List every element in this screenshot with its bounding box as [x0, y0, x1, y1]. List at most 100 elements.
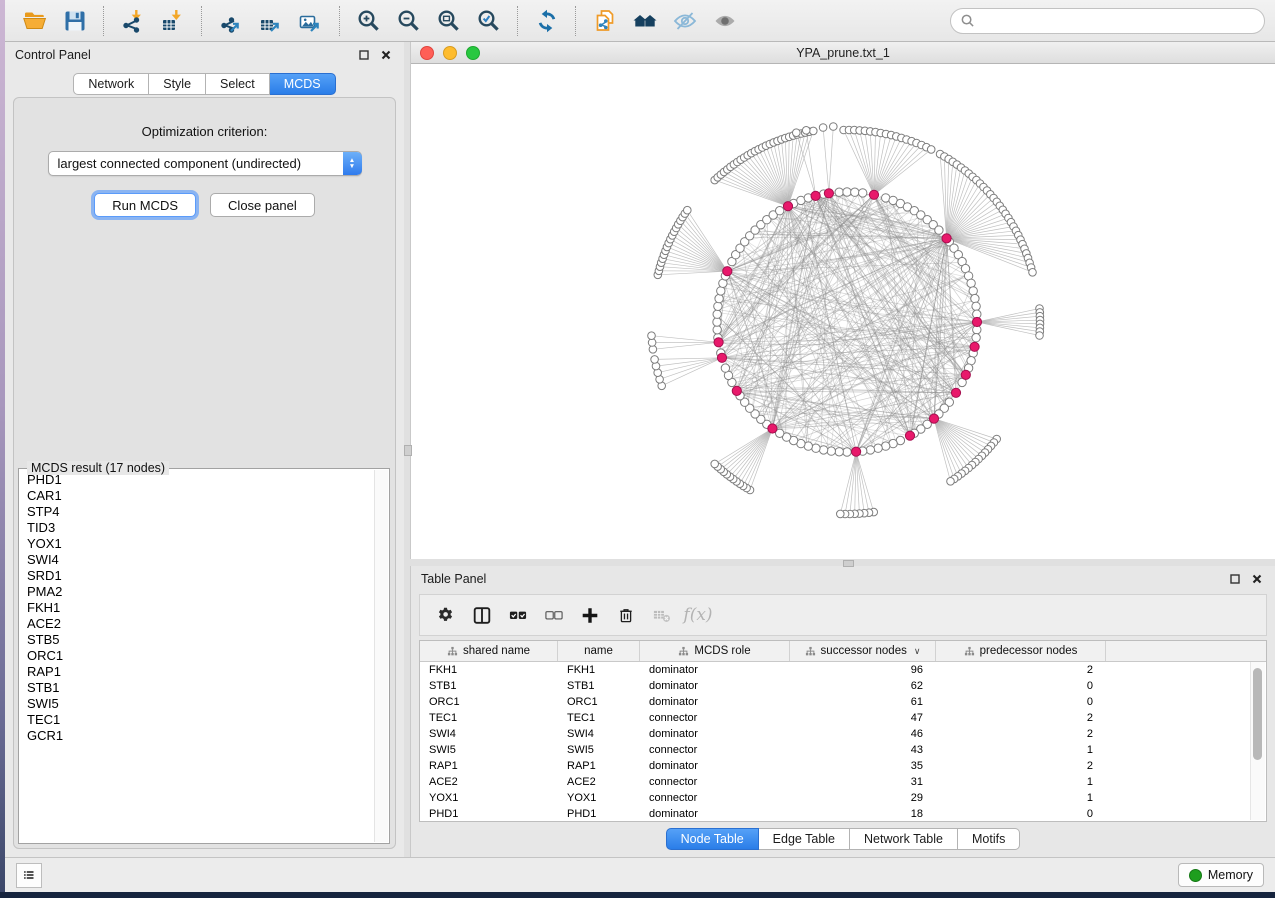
import-table-button[interactable]	[156, 5, 190, 37]
mcds-result-item[interactable]: ACE2	[20, 616, 375, 632]
table-row[interactable]: TEC1TEC1connector472	[420, 710, 1266, 726]
deselect-all-button[interactable]	[538, 600, 570, 630]
save-session-button[interactable]	[58, 5, 92, 37]
hide-selected-button[interactable]	[668, 5, 702, 37]
horizontal-splitter[interactable]	[410, 559, 1275, 566]
network-graph	[411, 64, 1275, 559]
cell-successor-nodes: 35	[790, 760, 936, 772]
export-image-icon	[298, 8, 324, 34]
close-panel-button[interactable]: Close panel	[210, 193, 315, 217]
zoom-out-button[interactable]	[392, 5, 426, 37]
tab-network[interactable]: Network	[73, 73, 149, 95]
open-file-button[interactable]	[18, 5, 52, 37]
duplicate-network-button[interactable]	[588, 5, 622, 37]
import-network-button[interactable]	[116, 5, 150, 37]
mcds-result-group: MCDS result (17 nodes) PHD1CAR1STP4TID3Y…	[18, 468, 390, 844]
cytoscape-app-window: Control Panel NetworkStyleSelectMCDS Opt…	[5, 0, 1275, 892]
mcds-result-item[interactable]: PMA2	[20, 584, 375, 600]
float-panel-icon[interactable]	[356, 47, 372, 63]
column-header-predecessor-nodes[interactable]: predecessor nodes	[936, 641, 1106, 661]
cell-predecessor-nodes: 1	[936, 776, 1106, 788]
toolbar-separator	[103, 6, 105, 36]
tab-node-table[interactable]: Node Table	[666, 828, 759, 850]
select-all-button[interactable]	[502, 600, 534, 630]
table-row[interactable]: PHD1PHD1dominator180	[420, 806, 1266, 822]
tab-network-table[interactable]: Network Table	[850, 828, 958, 850]
splitter-handle[interactable]	[843, 560, 854, 567]
add-column-button[interactable]	[574, 600, 606, 630]
float-panel-icon[interactable]	[1227, 571, 1243, 587]
shared-column-icon	[447, 646, 458, 657]
first-neighbors-button[interactable]	[628, 5, 662, 37]
column-header-successor-nodes[interactable]: successor nodes∨	[790, 641, 936, 661]
show-all-button[interactable]	[708, 5, 742, 37]
show-columns-button[interactable]	[466, 600, 498, 630]
table-row[interactable]: SWI5SWI5connector431	[420, 742, 1266, 758]
table-row[interactable]: FKH1FKH1dominator962	[420, 662, 1266, 678]
duplicate-network-icon	[592, 8, 618, 34]
table-row[interactable]: STB1STB1dominator620	[420, 678, 1266, 694]
zoom-selected-button[interactable]	[472, 5, 506, 37]
cell-shared-name: SWI5	[420, 744, 558, 756]
memory-label: Memory	[1208, 868, 1253, 882]
tab-style[interactable]: Style	[149, 73, 206, 95]
zoom-in-button[interactable]	[352, 5, 386, 37]
mcds-result-item[interactable]: TEC1	[20, 712, 375, 728]
cell-successor-nodes: 96	[790, 664, 936, 676]
mcds-result-item[interactable]: STB5	[20, 632, 375, 648]
zoom-fit-button[interactable]	[432, 5, 466, 37]
refresh-layout-button[interactable]	[530, 5, 564, 37]
tab-mcds[interactable]: MCDS	[270, 73, 336, 95]
mcds-result-item[interactable]: TID3	[20, 520, 375, 536]
delete-column-button[interactable]	[610, 600, 642, 630]
network-canvas[interactable]	[411, 64, 1275, 559]
cell-MCDS-role: dominator	[640, 664, 790, 676]
scrollbar-thumb[interactable]	[1253, 668, 1262, 760]
cell-name: RAP1	[558, 760, 640, 772]
table-scrollbar[interactable]	[1250, 662, 1265, 820]
mcds-result-item[interactable]: YOX1	[20, 536, 375, 552]
column-header-shared-name[interactable]: shared name	[420, 641, 558, 661]
export-network-button[interactable]	[214, 5, 248, 37]
mcds-result-item[interactable]: SRD1	[20, 568, 375, 584]
run-mcds-button[interactable]: Run MCDS	[94, 193, 196, 217]
export-image-button[interactable]	[294, 5, 328, 37]
mcds-result-item[interactable]: GCR1	[20, 728, 375, 744]
close-panel-icon[interactable]	[378, 47, 394, 63]
export-table-button[interactable]	[254, 5, 288, 37]
memory-button[interactable]: Memory	[1178, 863, 1264, 887]
mcds-result-scrollbar[interactable]	[374, 470, 388, 842]
close-panel-icon[interactable]	[1249, 571, 1265, 587]
cell-MCDS-role: connector	[640, 792, 790, 804]
tab-edge-table[interactable]: Edge Table	[759, 828, 850, 850]
table-row[interactable]: ORC1ORC1dominator610	[420, 694, 1266, 710]
column-header-name[interactable]: name	[558, 641, 640, 661]
mcds-result-item[interactable]: STB1	[20, 680, 375, 696]
splitter-handle[interactable]	[404, 445, 412, 456]
function-builder-button[interactable]: f(x)	[682, 600, 714, 630]
mcds-result-list[interactable]: PHD1CAR1STP4TID3YOX1SWI4SRD1PMA2FKH1ACE2…	[20, 472, 375, 842]
mcds-result-item[interactable]: STP4	[20, 504, 375, 520]
tab-motifs[interactable]: Motifs	[958, 828, 1020, 850]
table-row[interactable]: YOX1YOX1connector291	[420, 790, 1266, 806]
optimization-criterion-select[interactable]: largest connected component (undirected)…	[48, 151, 362, 176]
search-input[interactable]	[980, 13, 1255, 29]
table-row[interactable]: RAP1RAP1dominator352	[420, 758, 1266, 774]
delete-table-button[interactable]	[646, 600, 678, 630]
shared-column-icon	[805, 646, 816, 657]
vertical-splitter[interactable]	[404, 42, 410, 857]
tab-select[interactable]: Select	[206, 73, 270, 95]
mcds-result-item[interactable]: CAR1	[20, 488, 375, 504]
table-row[interactable]: SWI4SWI4dominator462	[420, 726, 1266, 742]
task-history-button[interactable]	[16, 863, 42, 888]
mcds-result-item[interactable]: ORC1	[20, 648, 375, 664]
mcds-result-item[interactable]: SWI4	[20, 552, 375, 568]
mcds-result-item[interactable]: SWI5	[20, 696, 375, 712]
column-header-MCDS-role[interactable]: MCDS role	[640, 641, 790, 661]
mcds-result-item[interactable]: FKH1	[20, 600, 375, 616]
mcds-result-item[interactable]: RAP1	[20, 664, 375, 680]
mcds-result-item[interactable]: PHD1	[20, 472, 375, 488]
table-settings-button[interactable]	[430, 600, 462, 630]
table-row[interactable]: ACE2ACE2connector311	[420, 774, 1266, 790]
cell-shared-name: STB1	[420, 680, 558, 692]
